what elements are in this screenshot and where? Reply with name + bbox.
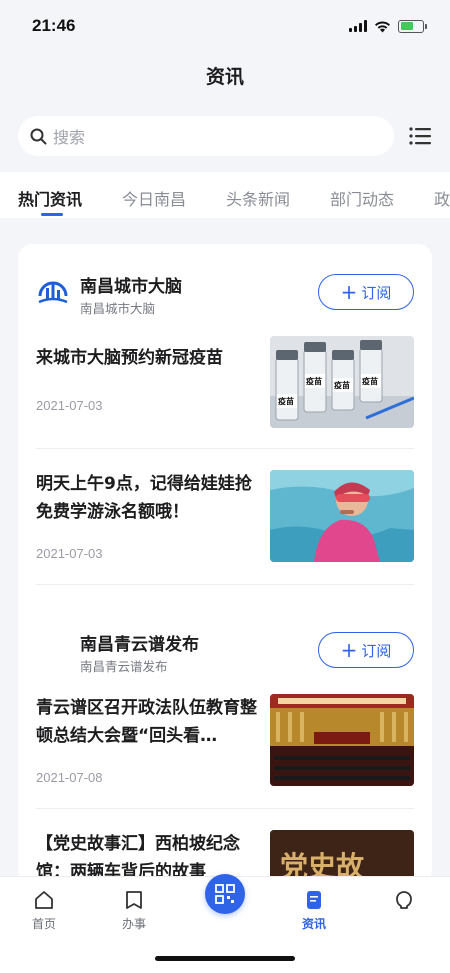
list-menu-button[interactable] — [408, 124, 432, 148]
category-tabs: 热门资讯 今日南昌 头条新闻 部门动态 政 — [0, 172, 450, 218]
news-title: 明天上午9点，记得给娃娃抢免费学游泳名额哦！ — [36, 474, 252, 522]
subscribe-button[interactable]: + 订阅 — [318, 274, 414, 310]
nav-services-label: 办事 — [121, 917, 146, 931]
status-bar: 21:46 — [0, 0, 450, 52]
search-row: 搜索 — [18, 116, 432, 156]
subscribe-button[interactable]: + 订阅 — [318, 632, 414, 668]
news-thumbnail: 疫苗 疫苗 疫苗 疫苗 — [270, 336, 414, 428]
nav-home[interactable]: 首页 — [14, 889, 74, 932]
source-subtitle: 南昌城市大脑 — [80, 301, 156, 316]
nav-scan-button[interactable] — [205, 874, 245, 914]
nav-news[interactable]: 资讯 — [284, 889, 344, 932]
nav-profile[interactable] — [374, 889, 434, 911]
news-feed-card: 南昌城市大脑 南昌城市大脑 + 订阅 来城市大脑预约新冠疫苗 2021-07-0… — [18, 244, 432, 884]
plus-icon: + — [340, 280, 358, 304]
active-tab-indicator — [41, 213, 63, 216]
thumb-label: 疫苗 — [362, 376, 378, 386]
tab-department-news[interactable]: 部门动态 — [330, 186, 394, 210]
thumb-label: 疫苗 — [334, 380, 350, 390]
nav-home-label: 首页 — [31, 917, 56, 931]
battery-icon — [398, 19, 427, 33]
qr-scan-icon — [215, 884, 235, 904]
tab-headlines[interactable]: 头条新闻 — [226, 186, 290, 210]
news-date: 2021-07-03 — [36, 398, 103, 413]
status-icons — [349, 19, 427, 33]
plus-icon: + — [340, 638, 358, 662]
swimming-child-image — [270, 470, 414, 562]
wifi-icon — [375, 20, 390, 32]
source-header: 南昌城市大脑 南昌城市大脑 + 订阅 — [18, 268, 432, 318]
news-thumbnail — [270, 694, 414, 786]
search-placeholder: 搜索 — [53, 128, 86, 147]
news-date: 2021-07-03 — [36, 546, 103, 561]
home-indicator — [155, 956, 295, 961]
subscribe-label: 订阅 — [361, 641, 392, 660]
search-icon — [30, 128, 47, 144]
news-item[interactable]: 明天上午9点，记得给娃娃抢免费学游泳名额哦！ 2021-07-03 — [36, 470, 414, 590]
vaccine-image: 疫苗 疫苗 疫苗 疫苗 — [270, 336, 414, 428]
tab-hot-news[interactable]: 热门资讯 — [18, 186, 82, 210]
news-title: 来城市大脑预约新冠疫苗 — [36, 348, 223, 368]
home-icon — [35, 891, 53, 909]
divider — [36, 584, 414, 585]
news-thumbnail — [270, 470, 414, 562]
book-icon — [126, 891, 142, 909]
news-title: 青云谱区召开政法队伍教育整顿总结大会暨“回头看… — [36, 698, 257, 746]
nav-services[interactable]: 办事 — [104, 889, 164, 932]
tab-today-nanchang[interactable]: 今日南昌 — [122, 186, 186, 210]
user-icon — [396, 891, 412, 909]
page-title: 资讯 — [205, 66, 244, 88]
source-name: 南昌城市大脑 — [80, 277, 182, 297]
nav-news-label: 资讯 — [301, 917, 326, 931]
news-icon — [307, 891, 321, 909]
search-input[interactable]: 搜索 — [18, 116, 394, 156]
subscribe-label: 订阅 — [361, 283, 392, 302]
status-time: 21:46 — [32, 16, 76, 35]
source-name: 南昌青云谱发布 — [80, 635, 199, 655]
thumb-label: 疫苗 — [278, 396, 294, 406]
thumb-label: 疫苗 — [306, 376, 322, 386]
list-menu-icon — [409, 127, 431, 145]
meeting-hall-image — [270, 694, 414, 786]
divider — [36, 448, 414, 449]
tab-politics[interactable]: 政 — [434, 186, 450, 210]
source-header: 南昌青云谱发布 南昌青云谱发布 + 订阅 — [18, 626, 432, 676]
news-item[interactable]: 青云谱区召开政法队伍教育整顿总结大会暨“回头看… 2021-07-08 — [36, 694, 414, 814]
divider — [36, 808, 414, 809]
source-subtitle: 南昌青云谱发布 — [80, 659, 168, 674]
news-date: 2021-07-08 — [36, 770, 103, 785]
city-brain-logo-icon — [38, 281, 68, 304]
cellular-signal-icon — [349, 20, 367, 32]
news-item[interactable]: 来城市大脑预约新冠疫苗 2021-07-03 疫苗 疫苗 疫苗 疫苗 — [36, 336, 414, 456]
